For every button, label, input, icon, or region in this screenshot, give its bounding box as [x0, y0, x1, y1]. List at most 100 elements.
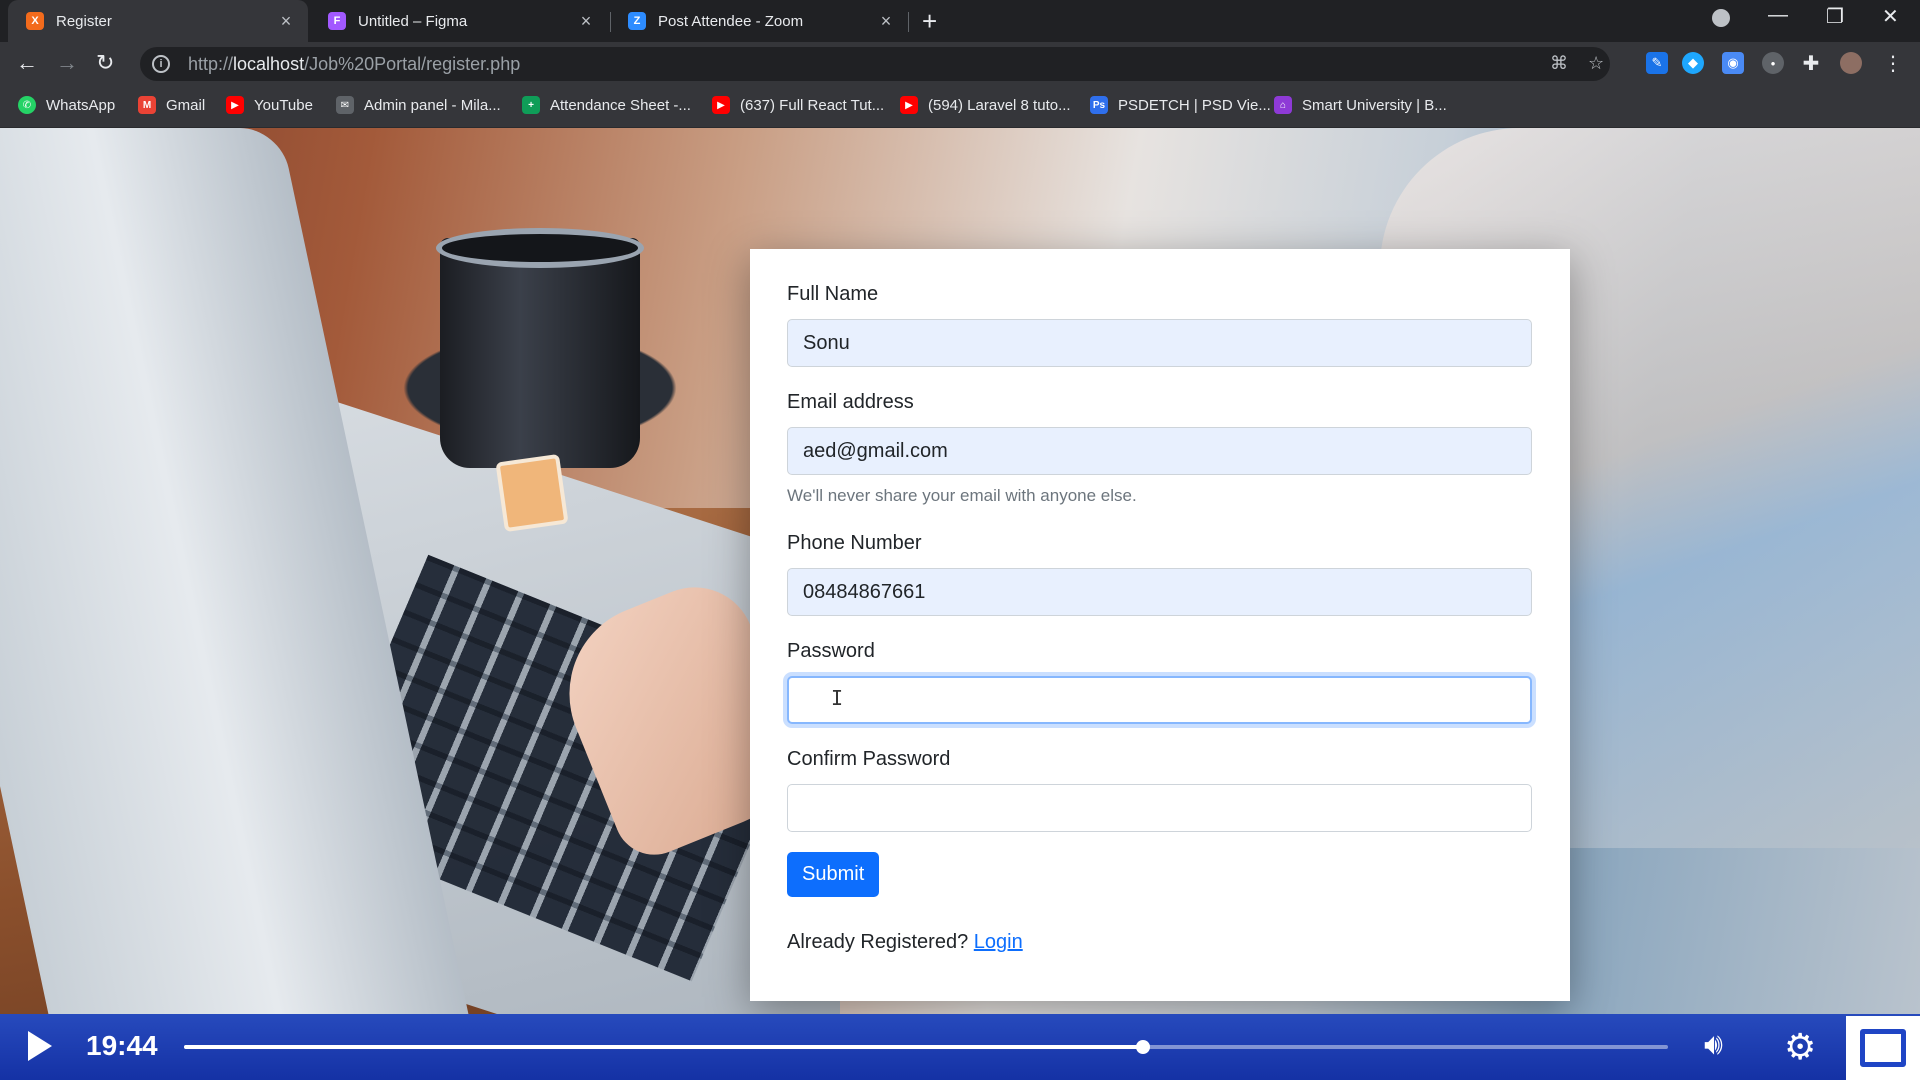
playback-time: 19:44: [86, 1030, 158, 1061]
phone-input[interactable]: [787, 568, 1532, 616]
profile-avatar[interactable]: [1840, 52, 1862, 74]
register-form-card: Full Name Email address We'll never shar…: [750, 249, 1570, 1001]
bookmark-star-icon[interactable]: ☆: [1588, 53, 1604, 74]
tab-separator: [908, 12, 909, 32]
extension-gray-icon[interactable]: •: [1762, 52, 1784, 74]
url-text[interactable]: http://localhost/Job%20Portal/register.p…: [188, 54, 520, 75]
address-bar[interactable]: i http://localhost/Job%20Portal/register…: [140, 47, 1610, 81]
volume-icon[interactable]: 🔊︎: [1704, 1028, 1723, 1062]
phone-group: Phone Number: [787, 532, 1533, 616]
tab-figma[interactable]: F Untitled – Figma ×: [312, 0, 608, 42]
tab-register[interactable]: X Register ×: [8, 0, 308, 42]
whatsapp-icon: ✆: [18, 96, 36, 114]
zoom-favicon-icon: Z: [628, 12, 646, 30]
video-player-controls: 19:44 🔊︎ ⚙: [0, 1014, 1920, 1080]
seek-progress: [184, 1045, 1143, 1049]
tab-search-icon[interactable]: [1712, 9, 1730, 27]
bookmark-psdetch[interactable]: Ps PSDETCH | PSD Vie...: [1090, 96, 1271, 114]
translate-icon[interactable]: ⌘: [1550, 53, 1568, 74]
email-label: Email address: [787, 391, 914, 413]
university-icon: ⌂: [1274, 96, 1292, 114]
bookmark-label: PSDETCH | PSD Vie...: [1118, 96, 1271, 114]
close-tab-icon[interactable]: ×: [576, 11, 596, 32]
full-name-group: Full Name: [787, 283, 1533, 367]
background-mug-rim: [436, 228, 644, 268]
back-arrow-icon[interactable]: ←: [16, 50, 38, 76]
close-tab-icon[interactable]: ×: [276, 11, 296, 32]
already-registered-text: Already Registered?: [787, 931, 969, 953]
full-name-input[interactable]: [787, 319, 1532, 367]
bookmark-gmail[interactable]: M Gmail: [138, 96, 205, 114]
bookmark-label: WhatsApp: [46, 96, 116, 114]
bookmark-label: (594) Laravel 8 tuto...: [928, 96, 1071, 114]
extension-blue-icon[interactable]: ◆: [1682, 52, 1704, 74]
email-input[interactable]: [787, 427, 1532, 475]
bookmark-react-tutorial[interactable]: ▶ (637) Full React Tut...: [712, 96, 884, 114]
email-group: Email address We'll never share your ema…: [787, 391, 1533, 506]
password-input-wrap: I: [787, 676, 1533, 724]
bookmark-smart-university[interactable]: ⌂ Smart University | B...: [1274, 96, 1447, 114]
toolbar: ← → ↻ i http://localhost/Job%20Portal/re…: [0, 42, 1920, 86]
bookmark-label: (637) Full React Tut...: [740, 96, 885, 114]
bookmarks-bar: ✆ WhatsApp M Gmail ▶ YouTube ✉ Admin pan…: [0, 86, 1920, 128]
xampp-favicon-icon: X: [26, 12, 44, 30]
minimize-icon[interactable]: —: [1768, 4, 1788, 27]
bookmark-attendance-sheet[interactable]: + Attendance Sheet -...: [522, 96, 691, 114]
kebab-menu-icon[interactable]: ⋮: [1882, 52, 1904, 75]
new-tab-plus-icon[interactable]: +: [922, 6, 937, 37]
youtube-icon: ▶: [712, 96, 730, 114]
bookmark-whatsapp[interactable]: ✆ WhatsApp: [18, 96, 115, 114]
seek-handle[interactable]: [1135, 1040, 1150, 1054]
restore-icon[interactable]: ❐: [1826, 4, 1844, 29]
confirm-password-input[interactable]: [787, 784, 1532, 832]
fullscreen-icon: [1860, 1029, 1906, 1067]
extensions-puzzle-icon[interactable]: ✚: [1800, 52, 1822, 75]
tab-title: Post Attendee - Zoom: [658, 12, 804, 30]
forward-arrow-icon[interactable]: →: [56, 50, 78, 76]
figma-favicon-icon: F: [328, 12, 346, 30]
text-cursor-icon: I: [831, 686, 844, 710]
email-help-text: We'll never share your email with anyone…: [787, 486, 1137, 505]
gmail-icon: M: [138, 96, 156, 114]
play-icon[interactable]: [28, 1031, 52, 1061]
bookmark-admin-panel[interactable]: ✉ Admin panel - Mila...: [336, 96, 501, 114]
page-viewport: Full Name Email address We'll never shar…: [0, 128, 1920, 1014]
bookmark-label: Smart University | B...: [1302, 96, 1447, 114]
tab-strip: X Register × F Untitled – Figma × Z Post…: [0, 0, 1920, 42]
settings-gear-icon[interactable]: ⚙: [1784, 1026, 1816, 1068]
close-window-icon[interactable]: ✕: [1882, 4, 1899, 29]
password-group: Password I: [787, 640, 1533, 724]
background-teabag: [495, 453, 569, 533]
site-info-icon[interactable]: i: [152, 55, 170, 73]
extension-camera-icon[interactable]: ◉: [1722, 52, 1744, 74]
bookmark-label: Gmail: [166, 96, 206, 114]
reload-icon[interactable]: ↻: [96, 50, 114, 76]
youtube-icon: ▶: [226, 96, 244, 114]
full-name-label: Full Name: [787, 283, 879, 305]
confirm-password-label: Confirm Password: [787, 748, 951, 770]
bookmark-label: YouTube: [254, 96, 313, 114]
confirm-password-group: Confirm Password: [787, 748, 1533, 832]
bookmark-youtube[interactable]: ▶ YouTube: [226, 96, 313, 114]
bookmark-label: Admin panel - Mila...: [364, 96, 501, 114]
tab-zoom[interactable]: Z Post Attendee - Zoom ×: [612, 0, 908, 42]
seek-bar[interactable]: [184, 1040, 1668, 1054]
bookmark-label: Attendance Sheet -...: [550, 96, 691, 114]
mail-icon: ✉: [336, 96, 354, 114]
background-mug: [440, 238, 640, 468]
password-input[interactable]: [787, 676, 1532, 724]
password-label: Password: [787, 640, 875, 662]
youtube-icon: ▶: [900, 96, 918, 114]
bookmark-laravel-tutorial[interactable]: ▶ (594) Laravel 8 tuto...: [900, 96, 1071, 114]
submit-button[interactable]: Submit: [787, 852, 880, 897]
tab-title: Register: [56, 12, 112, 30]
sheets-icon: +: [522, 96, 540, 114]
tab-title: Untitled – Figma: [358, 12, 468, 30]
already-registered-line: Already Registered? Login: [787, 931, 1533, 954]
login-link[interactable]: Login: [974, 931, 1023, 953]
phone-label: Phone Number: [787, 532, 922, 554]
fullscreen-button[interactable]: [1846, 1016, 1920, 1080]
close-tab-icon[interactable]: ×: [876, 11, 896, 32]
tab-separator: [610, 12, 611, 32]
extension-pen-icon[interactable]: ✎: [1646, 52, 1668, 74]
